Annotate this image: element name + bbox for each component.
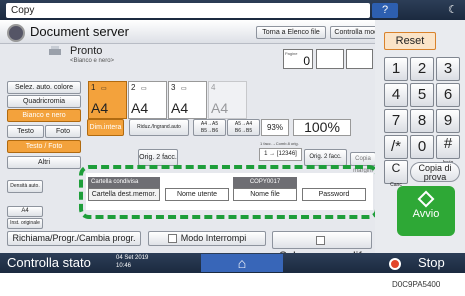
pages-label: Pagine <box>285 51 298 56</box>
key-5[interactable]: 5 <box>410 83 434 107</box>
key-8[interactable]: 8 <box>410 109 434 133</box>
tray-icon: ▭ <box>101 86 107 92</box>
color-auto-button[interactable]: Selez. auto. colore <box>7 81 81 94</box>
datetime: 04 Set 2019 10:46 <box>116 254 148 270</box>
key-hash-label: # <box>443 135 453 152</box>
password-button[interactable]: Password <box>302 188 366 201</box>
cartella-dest-button[interactable]: Cartella dest.memor. <box>88 188 160 201</box>
ratio-preset-2-button[interactable]: A5→A4 B6→B5 <box>227 119 260 136</box>
scherm-semplif-button[interactable]: Scherm.semplif. <box>272 231 372 263</box>
stop-button[interactable]: Stop <box>418 255 445 270</box>
pages-value: 0 <box>303 54 310 68</box>
testo-foto-button[interactable]: Testo / Foto <box>7 140 81 153</box>
pages-counter: Pagine 0 <box>283 49 313 69</box>
status-text: Pronto <box>70 45 103 57</box>
canc-label: C <box>391 161 401 175</box>
home-icon: ⌂ <box>237 255 247 271</box>
blank-box-2 <box>346 49 373 69</box>
ratio-preset-1-bottom: B5→B6 <box>200 128 219 134</box>
testo-button[interactable]: Testo <box>7 125 44 138</box>
home-button[interactable]: ⌂ <box>201 254 283 272</box>
key-7[interactable]: 7 <box>384 109 408 133</box>
printer-status-icon <box>49 46 61 55</box>
orig-2facc-button[interactable]: Orig. 2 facc. <box>138 149 178 166</box>
cartella-condivisa-header[interactable]: Cartella condivisa <box>88 177 160 188</box>
key-3[interactable]: 3 <box>436 57 460 81</box>
page-title: Document server <box>30 24 129 39</box>
paper-tray-4[interactable]: 4 A4 <box>208 81 247 119</box>
key-9[interactable]: 9 <box>436 109 460 133</box>
paper-tray-3[interactable]: 3 ▭ A4 <box>168 81 207 119</box>
start-icon <box>417 190 435 208</box>
ratio-preset-1-button[interactable]: A4→A5 B5→B6 <box>193 119 226 136</box>
date-text: 04 Set 2019 <box>116 255 149 261</box>
key-1[interactable]: 1 <box>384 57 408 81</box>
densita-auto-button[interactable]: Densità auto. <box>7 180 43 193</box>
bianco-nero-button[interactable]: Bianco e nero <box>7 109 81 122</box>
quadricromia-button[interactable]: Quadricromia <box>7 95 81 108</box>
riduz-ingrand-auto-button[interactable]: Riduz./Ingrand.auto <box>129 119 189 136</box>
dim-intera-button[interactable]: Dim.intera <box>87 119 124 136</box>
controlla-stato-button[interactable]: Controlla stato <box>7 255 91 270</box>
avvio-label: Avvio <box>412 208 440 220</box>
key-2[interactable]: 2 <box>410 57 434 81</box>
paper-tray-3-size: A4 <box>171 100 189 116</box>
copia-margini-button[interactable]: Copia margini <box>350 152 376 174</box>
key-4[interactable]: 4 <box>384 83 408 107</box>
nome-utente-button[interactable]: Nome utente <box>165 188 229 201</box>
richiama-progr-button[interactable]: Richiama/Progr./Cambia progr. <box>7 231 141 246</box>
paper-tray-2[interactable]: 2 ▭ A4 <box>128 81 167 119</box>
reset-button[interactable]: Reset <box>384 32 436 50</box>
copy-tab[interactable]: Copy <box>6 3 370 18</box>
moon-icon[interactable]: ☾ <box>448 3 458 16</box>
tray-icon: ▭ <box>181 86 187 92</box>
foto-button[interactable]: Foto <box>45 125 81 138</box>
tray-icon: ▭ <box>141 86 147 92</box>
fact-label: 1 facc.→Comb.8 orig. <box>260 141 299 146</box>
modo-checkbox <box>167 234 177 244</box>
ratio-preset-2-top: A5→A4 <box>234 121 253 127</box>
scherm-checkbox <box>315 236 325 246</box>
inst-originale-button[interactable]: Inst. originale <box>7 218 43 229</box>
paper-tray-2-num: 2 <box>131 83 136 92</box>
altri-button[interactable]: Altri <box>7 156 81 169</box>
avvio-button[interactable]: Avvio <box>397 186 455 236</box>
document-server-icon <box>7 24 25 42</box>
ratio-93-button[interactable]: 93% <box>261 119 289 136</box>
status-subtext: <Bianco e nero> <box>70 58 115 64</box>
help-button[interactable]: ? <box>372 3 398 18</box>
a4-original-button[interactable]: A4 <box>7 206 43 217</box>
ratio-preset-1-top: A4→A5 <box>200 121 219 127</box>
paper-tray-4-size: A4 <box>211 100 229 116</box>
paper-tray-2-size: A4 <box>131 100 149 116</box>
orig-2facc-2-button[interactable]: Orig. 2 facc. <box>304 149 347 166</box>
paper-tray-3-num: 3 <box>171 83 176 92</box>
ratio-100-display[interactable]: 100% <box>293 119 351 136</box>
key-star[interactable]: /* <box>384 135 408 159</box>
paper-tray-1[interactable]: 1 ▭ A4 <box>88 81 127 119</box>
torna-elenco-button[interactable]: Torna a Elenco file <box>256 26 326 39</box>
key-0[interactable]: 0 <box>410 135 434 159</box>
fact-value[interactable]: 1 → [12346] <box>259 148 302 161</box>
paper-tray-4-num: 4 <box>211 83 216 92</box>
ratio-preset-2-bottom: B6→B5 <box>234 128 253 134</box>
copy-code-header: COPY0017 <box>233 177 297 188</box>
key-6[interactable]: 6 <box>436 83 460 107</box>
blank-box-1 <box>316 49 344 69</box>
time-text: 10:46 <box>116 263 132 269</box>
modo-interrompi-button[interactable]: Modo Interrompi <box>148 231 266 246</box>
nome-file-button[interactable]: Nome file <box>233 188 297 201</box>
stop-icon <box>389 258 401 270</box>
modo-label: Modo Interrompi <box>180 233 247 243</box>
paper-tray-1-num: 1 <box>91 83 96 92</box>
figure-code: D0C9PA5400 <box>392 280 441 289</box>
key-hash[interactable]: # Invio <box>436 135 460 166</box>
paper-tray-1-size: A4 <box>91 100 109 116</box>
copia-di-prova-button[interactable]: Copia di prova <box>410 162 460 182</box>
canc-key[interactable]: C Canc <box>384 160 408 188</box>
